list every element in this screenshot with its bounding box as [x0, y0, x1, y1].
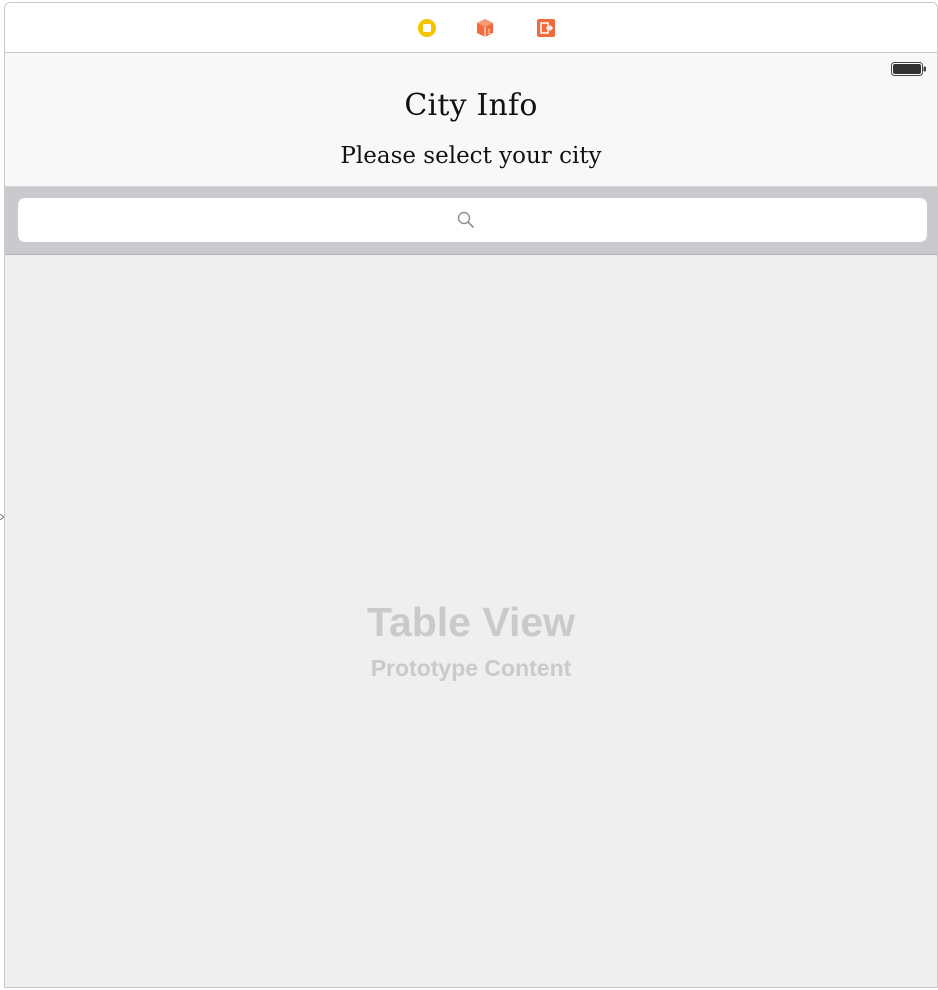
storyboard-scene[interactable]: 1 City Info Please select your city Tabl…	[4, 2, 938, 988]
entry-point-arrow-icon	[0, 514, 4, 520]
first-responder-icon[interactable]: 1	[475, 18, 495, 38]
table-view-subtitle: Prototype Content	[370, 655, 572, 681]
scene-dock: 1	[5, 3, 937, 53]
nav-subtitle: Please select your city	[340, 143, 602, 169]
table-view[interactable]: Table View Prototype Content	[5, 255, 937, 987]
svg-text:1: 1	[487, 29, 491, 36]
navigation-bar: City Info Please select your city	[5, 53, 937, 187]
nav-title: City Info	[404, 88, 538, 123]
search-bar	[5, 187, 937, 255]
view-controller-icon[interactable]	[417, 18, 437, 38]
battery-icon	[891, 62, 926, 76]
table-view-title: Table View	[366, 599, 576, 645]
exit-icon[interactable]	[536, 18, 556, 38]
search-input[interactable]	[18, 198, 927, 242]
